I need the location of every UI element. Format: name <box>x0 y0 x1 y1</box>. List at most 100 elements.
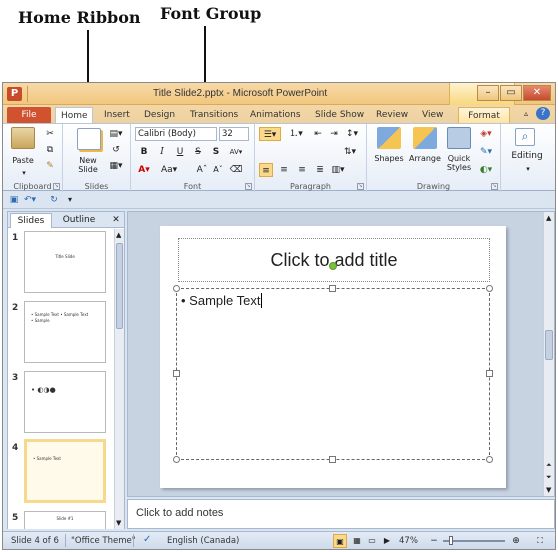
minimize-ribbon-icon[interactable]: ▵ <box>519 107 533 121</box>
scroll-up-icon[interactable]: ▲ <box>116 231 121 239</box>
tab-home[interactable]: Home <box>55 107 93 123</box>
paragraph-launcher-icon[interactable]: ↘ <box>357 183 364 190</box>
panel-close-icon[interactable]: ✕ <box>110 213 122 228</box>
reading-view-icon[interactable]: ▭ <box>365 534 379 548</box>
slide-thumbnail-4[interactable]: • Sample Text <box>24 439 106 503</box>
customize-qat-icon[interactable]: ▾ <box>63 193 77 207</box>
tab-format[interactable]: Format <box>458 107 510 123</box>
resize-handle[interactable] <box>329 456 336 463</box>
save-icon[interactable]: ▣ <box>7 193 21 207</box>
tab-file[interactable]: File <box>7 107 51 123</box>
justify-icon[interactable]: ≣ <box>313 163 327 177</box>
columns-icon[interactable]: ▥▾ <box>331 163 345 177</box>
slide-thumbnail-1[interactable]: Title Slide <box>24 231 106 293</box>
zoom-in-icon[interactable]: ⊕ <box>509 534 523 548</box>
shapes-button[interactable]: Shapes <box>371 154 407 163</box>
zoom-out-icon[interactable]: − <box>427 534 441 548</box>
increase-indent-icon[interactable]: ⇥ <box>327 127 341 141</box>
bullets-icon[interactable]: ☰▾ <box>259 127 281 141</box>
tab-insert[interactable]: Insert <box>99 107 135 123</box>
editing-button[interactable]: Editing <box>505 152 549 161</box>
paste-dropdown-icon[interactable]: ▾ <box>17 166 31 180</box>
normal-view-icon[interactable]: ▣ <box>333 534 347 548</box>
paste-icon[interactable] <box>11 127 35 149</box>
font-size-box[interactable]: 32 <box>219 127 249 141</box>
shapes-icon[interactable] <box>377 127 401 149</box>
zoom-slider-thumb[interactable] <box>449 536 453 545</box>
bold-icon[interactable]: B <box>137 145 151 159</box>
notes-pane[interactable]: Click to add notes <box>127 499 555 529</box>
text-direction-icon[interactable]: ⇅▾ <box>343 145 357 159</box>
resize-handle[interactable] <box>329 285 336 292</box>
cut-icon[interactable]: ✂ <box>43 127 57 141</box>
strikethrough-icon[interactable]: S <box>191 145 205 159</box>
clipboard-launcher-icon[interactable]: ↘ <box>53 183 60 190</box>
quick-styles-icon[interactable] <box>447 127 471 149</box>
scroll-thumb[interactable] <box>116 243 123 329</box>
numbering-icon[interactable]: ⒈▾ <box>285 127 307 141</box>
tab-animations[interactable]: Animations <box>245 107 306 123</box>
tab-slides[interactable]: Slides <box>10 213 52 228</box>
decrease-indent-icon[interactable]: ⇤ <box>311 127 325 141</box>
resize-handle[interactable] <box>486 456 493 463</box>
align-center-icon[interactable]: ≡ <box>277 163 291 177</box>
change-case-icon[interactable]: Aa▾ <box>161 163 177 177</box>
slide-thumbnail-3[interactable]: • ◐◑● <box>24 371 106 433</box>
powerpoint-app-icon[interactable]: P <box>7 87 22 101</box>
resize-handle[interactable] <box>173 285 180 292</box>
body-text[interactable]: • Sample Text <box>181 293 263 308</box>
maximize-button[interactable]: ▭ <box>500 85 522 101</box>
align-left-icon[interactable]: ≡ <box>259 163 273 177</box>
scroll-up-icon[interactable]: ▲ <box>546 214 551 222</box>
tab-review[interactable]: Review <box>371 107 413 123</box>
shape-effects-icon[interactable]: ◐▾ <box>479 163 493 177</box>
language[interactable]: English (Canada) <box>167 536 239 546</box>
font-launcher-icon[interactable]: ↘ <box>245 183 252 190</box>
editor-scrollbar[interactable]: ▲ ⏶ ⏷ ▼ <box>543 212 554 496</box>
arrange-icon[interactable] <box>413 127 437 149</box>
font-color-icon[interactable]: A▾ <box>137 163 151 177</box>
quick-styles-button[interactable]: Quick Styles <box>441 154 477 172</box>
resize-handle[interactable] <box>173 370 180 377</box>
scroll-down-icon[interactable]: ▼ <box>116 519 121 527</box>
slide-show-icon[interactable]: ▶ <box>380 534 394 548</box>
next-slide-icon[interactable]: ⏷ <box>546 473 552 482</box>
format-painter-icon[interactable]: ✎ <box>43 159 57 173</box>
redo-icon[interactable]: ↻ <box>47 193 61 207</box>
tab-slide-show[interactable]: Slide Show <box>310 107 369 123</box>
spell-check-icon[interactable]: ✓ <box>143 534 151 545</box>
slide-sorter-icon[interactable]: ▦ <box>350 534 364 548</box>
resize-handle[interactable] <box>486 285 493 292</box>
title-placeholder[interactable]: Click to add title <box>178 238 490 282</box>
arrange-button[interactable]: Arrange <box>407 154 443 163</box>
char-spacing-icon[interactable]: AV▾ <box>229 145 243 159</box>
tab-transitions[interactable]: Transitions <box>185 107 243 123</box>
scroll-down-icon[interactable]: ▼ <box>546 486 551 494</box>
align-right-icon[interactable]: ≡ <box>295 163 309 177</box>
line-spacing-icon[interactable]: ↕▾ <box>345 127 359 141</box>
fit-to-window-icon[interactable]: ⛶ <box>533 534 547 548</box>
tab-outline[interactable]: Outline <box>56 213 102 228</box>
tab-view[interactable]: View <box>417 107 448 123</box>
scroll-thumb[interactable] <box>545 330 553 360</box>
resize-handle[interactable] <box>173 456 180 463</box>
shadow-icon[interactable]: S <box>209 145 223 159</box>
content-placeholder[interactable]: • Sample Text <box>176 288 490 460</box>
italic-icon[interactable]: I <box>155 145 169 159</box>
editing-dropdown-icon[interactable]: ▾ <box>521 162 535 176</box>
prev-slide-icon[interactable]: ⏶ <box>546 461 552 470</box>
reset-icon[interactable]: ↺ <box>109 143 123 157</box>
slide-thumbnail-5[interactable]: Slide #1 <box>24 511 106 529</box>
shape-outline-icon[interactable]: ✎▾ <box>479 145 493 159</box>
minimize-button[interactable]: – <box>477 85 499 101</box>
find-icon[interactable]: ⌕ <box>515 128 535 146</box>
section-icon[interactable]: ▦▾ <box>109 159 123 173</box>
close-window-button[interactable]: ✕ <box>523 85 551 101</box>
tab-design[interactable]: Design <box>139 107 180 123</box>
undo-icon[interactable]: ↶▾ <box>23 193 37 207</box>
grow-font-icon[interactable]: Aˆ <box>195 163 209 177</box>
zoom-level[interactable]: 47% <box>399 536 418 546</box>
paste-button[interactable]: Paste <box>7 156 39 165</box>
clear-formatting-icon[interactable]: ⌫ <box>229 163 243 177</box>
slide-thumbnail-2[interactable]: • Sample Text • Sample Text • Sample <box>24 301 106 363</box>
